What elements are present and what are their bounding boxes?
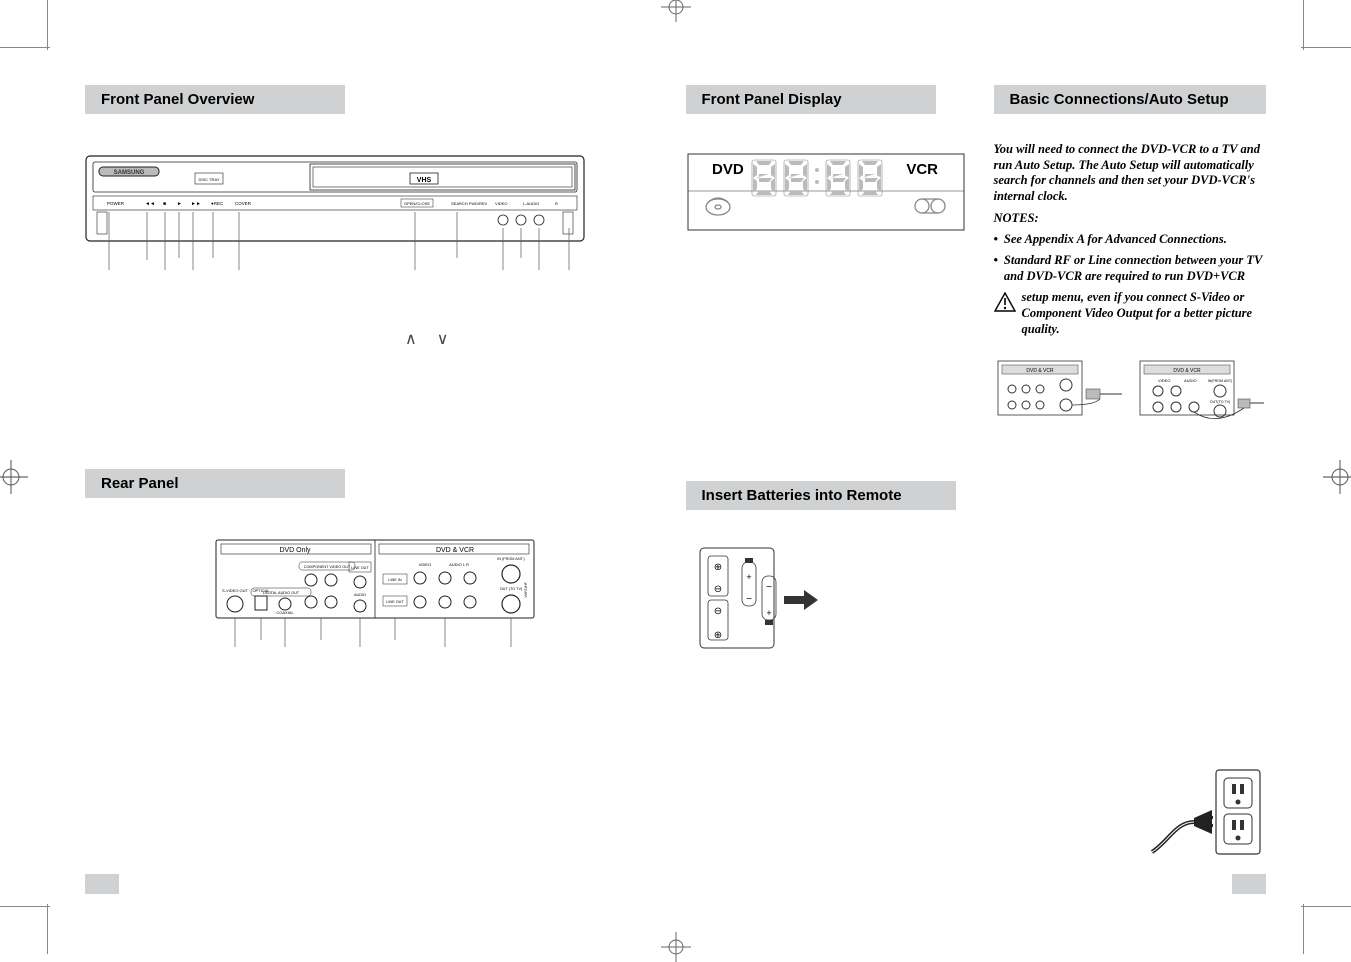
registration-mark-bottom-icon — [661, 932, 691, 962]
svg-text:POWER: POWER — [107, 201, 125, 206]
svg-text:+: + — [746, 572, 751, 582]
svg-text:AUDIO: AUDIO — [1184, 378, 1197, 383]
svg-text:⊖: ⊖ — [713, 584, 721, 595]
registration-mark-right-icon — [1323, 460, 1351, 494]
svg-text:OPEN/CLOSE: OPEN/CLOSE — [404, 201, 430, 206]
heading-front-panel-display: Front Panel Display — [686, 85, 936, 114]
svg-text:LINE OUT: LINE OUT — [351, 566, 369, 570]
left-page: Front Panel Overview SAMSUNG DISC TRAY V… — [85, 85, 666, 894]
svg-text:VHF/UHF: VHF/UHF — [524, 581, 528, 597]
svg-text:►►: ►► — [191, 201, 201, 207]
svg-text:SAMSUNG: SAMSUNG — [114, 170, 145, 176]
bullet-appendix: •See Appendix A for Advanced Connections… — [994, 232, 1267, 248]
svg-text:COVER: COVER — [235, 201, 252, 206]
heading-front-panel-overview: Front Panel Overview — [85, 85, 345, 114]
svg-text:OUT (TO TV): OUT (TO TV) — [500, 587, 523, 591]
svg-text:OUT(TO TV): OUT(TO TV) — [1209, 400, 1229, 404]
svg-text:IN (FROM ANT.): IN (FROM ANT.) — [497, 557, 525, 561]
svg-text:■: ■ — [163, 201, 166, 207]
right-page: Front Panel Display DVD VCR — [686, 85, 1267, 894]
notes-label: NOTES: — [994, 211, 1267, 226]
rear-panel-line-art-icon: DVD Only DVD & VCR S-VIDEO OUT OPTICAL C… — [215, 532, 535, 652]
connection-diagrams: DVD & VCR DVD & VCR VIDEO — [994, 355, 1267, 441]
warning-row: setup menu, even if you connect S-Video … — [994, 290, 1267, 337]
svg-text:−: − — [766, 582, 772, 593]
svg-text:AUDIO: AUDIO — [354, 593, 366, 597]
registration-mark-top-icon — [661, 0, 691, 22]
svg-text:DVD: DVD — [712, 161, 744, 178]
front-panel-diagram: SAMSUNG DISC TRAY VHS POWER ◄◄ ■ ► ►► ●R… — [85, 150, 666, 285]
rear-panel-diagram: DVD Only DVD & VCR S-VIDEO OUT OPTICAL C… — [85, 498, 666, 657]
remote-battery-diagram: ⊕ ⊖ ⊖ ⊕ + − − + — [686, 510, 1267, 675]
connection-rf-diagram-icon: DVD & VCR — [994, 355, 1124, 441]
svg-text:DISC TRAY: DISC TRAY — [199, 177, 220, 182]
crop-mark-icon — [47, 0, 48, 50]
svg-text:VCR: VCR — [906, 161, 938, 178]
svg-text:COMPONENT VIDEO OUT: COMPONENT VIDEO OUT — [304, 565, 351, 569]
svg-text:DVD & VCR: DVD & VCR — [1173, 368, 1201, 374]
svg-text:SEARCH FWD/REV: SEARCH FWD/REV — [451, 201, 488, 206]
crop-mark-icon — [1303, 904, 1304, 954]
svg-text:►: ► — [177, 201, 182, 207]
svg-text:R: R — [555, 201, 558, 206]
svg-text:VHS: VHS — [417, 177, 432, 184]
svg-text:⊖: ⊖ — [713, 606, 721, 617]
svg-text:⊕: ⊕ — [713, 562, 721, 573]
remote-battery-icon: ⊕ ⊖ ⊖ ⊕ + − − + — [692, 540, 822, 670]
svg-text:DVD & VCR: DVD & VCR — [1026, 368, 1054, 374]
heading-rear-panel: Rear Panel — [85, 469, 345, 498]
crop-mark-icon — [1303, 0, 1304, 50]
display-panel-icon: DVD VCR — [686, 148, 966, 240]
svg-text:VIDEO: VIDEO — [419, 562, 431, 567]
svg-text:S-VIDEO OUT: S-VIDEO OUT — [222, 588, 249, 593]
svg-text:+: + — [766, 608, 771, 618]
svg-text:AUDIO L R: AUDIO L R — [449, 562, 469, 567]
connection-line-diagram-icon: DVD & VCR VIDEO AUDIO IN(FROM ANT) OUT(T… — [1136, 355, 1266, 441]
crop-mark-icon — [47, 904, 48, 954]
registration-mark-left-icon — [0, 460, 28, 494]
power-outlet-icon — [1146, 764, 1266, 864]
crop-mark-icon — [0, 47, 50, 48]
heading-insert-batteries: Insert Batteries into Remote — [686, 481, 956, 510]
svg-text:COAXIAL: COAXIAL — [276, 610, 294, 615]
warning-triangle-icon — [994, 292, 1016, 312]
svg-text:LINE OUT: LINE OUT — [386, 600, 404, 604]
crop-mark-icon — [1301, 906, 1351, 907]
channel-up-down-symbols: ∧ ∨ — [405, 329, 666, 349]
page-number-box — [85, 874, 119, 894]
crop-mark-icon — [1301, 47, 1351, 48]
svg-text:VIDEO: VIDEO — [1158, 378, 1170, 383]
crop-mark-icon — [0, 906, 50, 907]
svg-text:●REC: ●REC — [211, 201, 224, 206]
svg-text:VIDEO: VIDEO — [495, 201, 507, 206]
svg-text:DVD & VCR: DVD & VCR — [436, 547, 474, 554]
svg-text:⊕: ⊕ — [713, 630, 721, 641]
svg-text:◄◄: ◄◄ — [145, 201, 155, 207]
front-panel-line-art-icon: SAMSUNG DISC TRAY VHS POWER ◄◄ ■ ► ►► ●R… — [85, 150, 585, 280]
svg-text:L-AUDIO: L-AUDIO — [523, 201, 539, 206]
heading-basic-connections: Basic Connections/Auto Setup — [994, 85, 1267, 114]
svg-text:DIGITAL AUDIO OUT: DIGITAL AUDIO OUT — [263, 591, 300, 595]
page-number-box — [1232, 874, 1266, 894]
front-panel-display-diagram: DVD VCR — [686, 114, 966, 245]
intro-text: You will need to connect the DVD-VCR to … — [994, 142, 1267, 205]
svg-text:DVD Only: DVD Only — [279, 547, 311, 554]
svg-text:−: − — [746, 594, 752, 605]
svg-text:IN(FROM ANT): IN(FROM ANT) — [1207, 379, 1232, 383]
svg-text:LINE IN: LINE IN — [388, 578, 402, 582]
bullet-rf-line-lead: •Standard RF or Line connection between … — [994, 253, 1267, 284]
